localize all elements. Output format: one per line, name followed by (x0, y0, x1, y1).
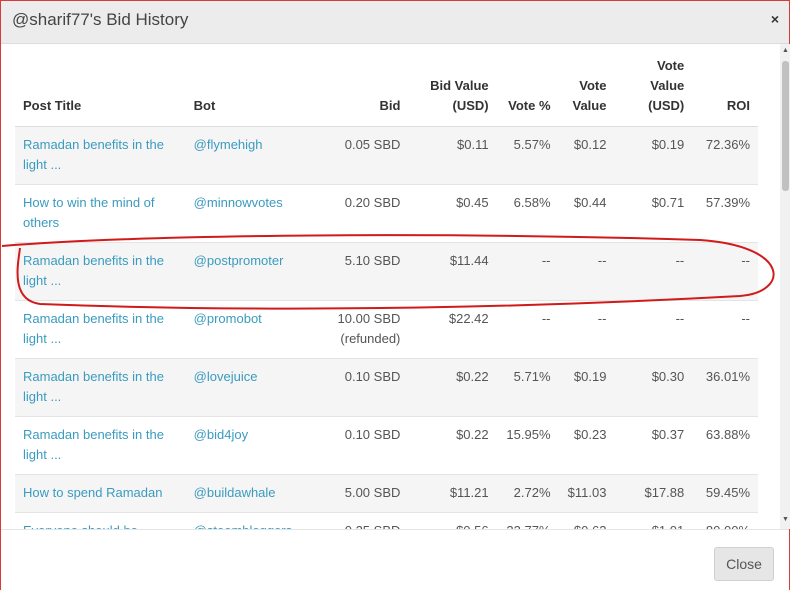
vote-value-usd-cell: $0.71 (614, 184, 693, 243)
bot-link[interactable]: @bid4joy (185, 416, 301, 475)
vote-value-usd-cell: -- (614, 300, 693, 359)
roi-cell: 63.88% (692, 416, 758, 475)
scrollbar-thumb[interactable] (782, 61, 789, 191)
post-title-link[interactable]: Everyone should be ... (15, 512, 186, 529)
modal-footer: Close (1, 529, 789, 590)
header-bot: Bot (185, 56, 301, 127)
vote-value-cell: -- (558, 300, 615, 359)
vote-percent-cell: -- (496, 242, 559, 301)
bid-value-cell: $0.22 (408, 416, 497, 475)
modal-body: Post Title Bot Bid Bid Value (USD) Vote … (1, 44, 779, 529)
header-roi: ROI (692, 56, 758, 127)
vote-percent-cell: 6.58% (496, 184, 559, 243)
close-icon[interactable]: × (771, 11, 779, 27)
roi-cell: 36.01% (692, 358, 758, 417)
vote-value-cell: $0.44 (558, 184, 615, 243)
table-row: Ramadan benefits in the light ... @bid4jo… (15, 416, 758, 475)
bid-value-cell: $0.11 (408, 126, 497, 185)
post-title-link[interactable]: How to spend Ramadan (15, 474, 186, 513)
scroll-up-arrow-icon[interactable]: ▲ (782, 47, 789, 54)
roi-cell: 72.36% (692, 126, 758, 185)
bid-history-table: Post Title Bot Bid Bid Value (USD) Vote … (15, 56, 758, 529)
table-row: Ramadan benefits in the light ... @postpr… (15, 242, 758, 301)
bid-cell: 5.10 SBD (300, 242, 409, 301)
header-bid: Bid (300, 56, 409, 127)
header-post-title: Post Title (15, 56, 186, 127)
bid-cell: 10.00 SBD (refunded) (300, 300, 409, 359)
vote-value-usd-cell: $17.88 (614, 474, 693, 513)
bid-history-modal: @sharif77's Bid History × Post Title Bot… (0, 0, 790, 590)
vote-value-usd-cell: $0.19 (614, 126, 693, 185)
bid-value-cell: $11.21 (408, 474, 497, 513)
scroll-down-arrow-icon[interactable]: ▼ (782, 516, 789, 523)
bot-link[interactable]: @steembloggers (185, 512, 301, 529)
bot-link[interactable]: @lovejuice (185, 358, 301, 417)
bid-cell: 0.20 SBD (300, 184, 409, 243)
bot-link[interactable]: @minnowvotes (185, 184, 301, 243)
table-row: Everyone should be ...@steembloggers0.25… (15, 512, 758, 529)
vote-percent-cell: -- (496, 300, 559, 359)
bid-value-cell: $0.56 (408, 512, 497, 529)
bid-value-cell: $0.22 (408, 358, 497, 417)
vote-percent-cell: 5.57% (496, 126, 559, 185)
vote-value-cell: $0.23 (558, 416, 615, 475)
header-vote-percent: Vote % (496, 56, 559, 127)
post-title-link[interactable]: Ramadan benefits in the light ... (15, 358, 186, 417)
vote-value-usd-cell: $0.37 (614, 416, 693, 475)
vote-percent-cell: 22.77% (496, 512, 559, 529)
bot-link[interactable]: @postpromoter (185, 242, 301, 301)
roi-cell: -- (692, 300, 758, 359)
header-vote-value-usd: Vote Value (USD) (614, 56, 693, 127)
header-bid-value: Bid Value (USD) (408, 56, 497, 127)
bid-cell: 0.10 SBD (300, 358, 409, 417)
bid-value-cell: $11.44 (408, 242, 497, 301)
post-title-link[interactable]: Ramadan benefits in the light ... (15, 300, 186, 359)
header-vote-value: Vote Value (558, 56, 615, 127)
bid-value-cell: $22.42 (408, 300, 497, 359)
post-title-link[interactable]: Ramadan benefits in the light ... (15, 242, 186, 301)
post-title-link[interactable]: Ramadan benefits in the light ... (15, 416, 186, 475)
vote-value-cell: $0.12 (558, 126, 615, 185)
modal-header: @sharif77's Bid History × (1, 1, 789, 44)
close-button[interactable]: Close (714, 547, 774, 581)
table-row: Ramadan benefits in the light ... @promob… (15, 300, 758, 359)
bid-value-cell: $0.45 (408, 184, 497, 243)
roi-cell: 80.00% (692, 512, 758, 529)
vote-value-usd-cell: -- (614, 242, 693, 301)
modal-title: @sharif77's Bid History (12, 10, 189, 29)
roi-cell: -- (692, 242, 758, 301)
vote-value-usd-cell: $1.01 (614, 512, 693, 529)
bid-cell: 5.00 SBD (300, 474, 409, 513)
vote-value-cell: $0.62 (558, 512, 615, 529)
vote-percent-cell: 5.71% (496, 358, 559, 417)
vote-percent-cell: 15.95% (496, 416, 559, 475)
bot-link[interactable]: @promobot (185, 300, 301, 359)
roi-cell: 57.39% (692, 184, 758, 243)
vote-value-cell: -- (558, 242, 615, 301)
vote-value-cell: $11.03 (558, 474, 615, 513)
vote-value-cell: $0.19 (558, 358, 615, 417)
bid-cell: 0.25 SBD (300, 512, 409, 529)
post-title-link[interactable]: Ramadan benefits in the light ... (15, 126, 186, 185)
post-title-link[interactable]: How to win the mind of others (15, 184, 186, 243)
table-header-row: Post Title Bot Bid Bid Value (USD) Vote … (15, 56, 758, 127)
vote-percent-cell: 2.72% (496, 474, 559, 513)
table-row: How to win the mind of others @minnowvote… (15, 184, 758, 243)
table-row: How to spend Ramadan @buildawhale 5.00 SBD… (15, 474, 758, 513)
vote-value-usd-cell: $0.30 (614, 358, 693, 417)
bot-link[interactable]: @flymehigh (185, 126, 301, 185)
roi-cell: 59.45% (692, 474, 758, 513)
table-row: Ramadan benefits in the light ... @loveju… (15, 358, 758, 417)
bot-link[interactable]: @buildawhale (185, 474, 301, 513)
bid-cell: 0.05 SBD (300, 126, 409, 185)
table-row: Ramadan benefits in the light ... @flymeh… (15, 126, 758, 185)
bid-cell: 0.10 SBD (300, 416, 409, 475)
